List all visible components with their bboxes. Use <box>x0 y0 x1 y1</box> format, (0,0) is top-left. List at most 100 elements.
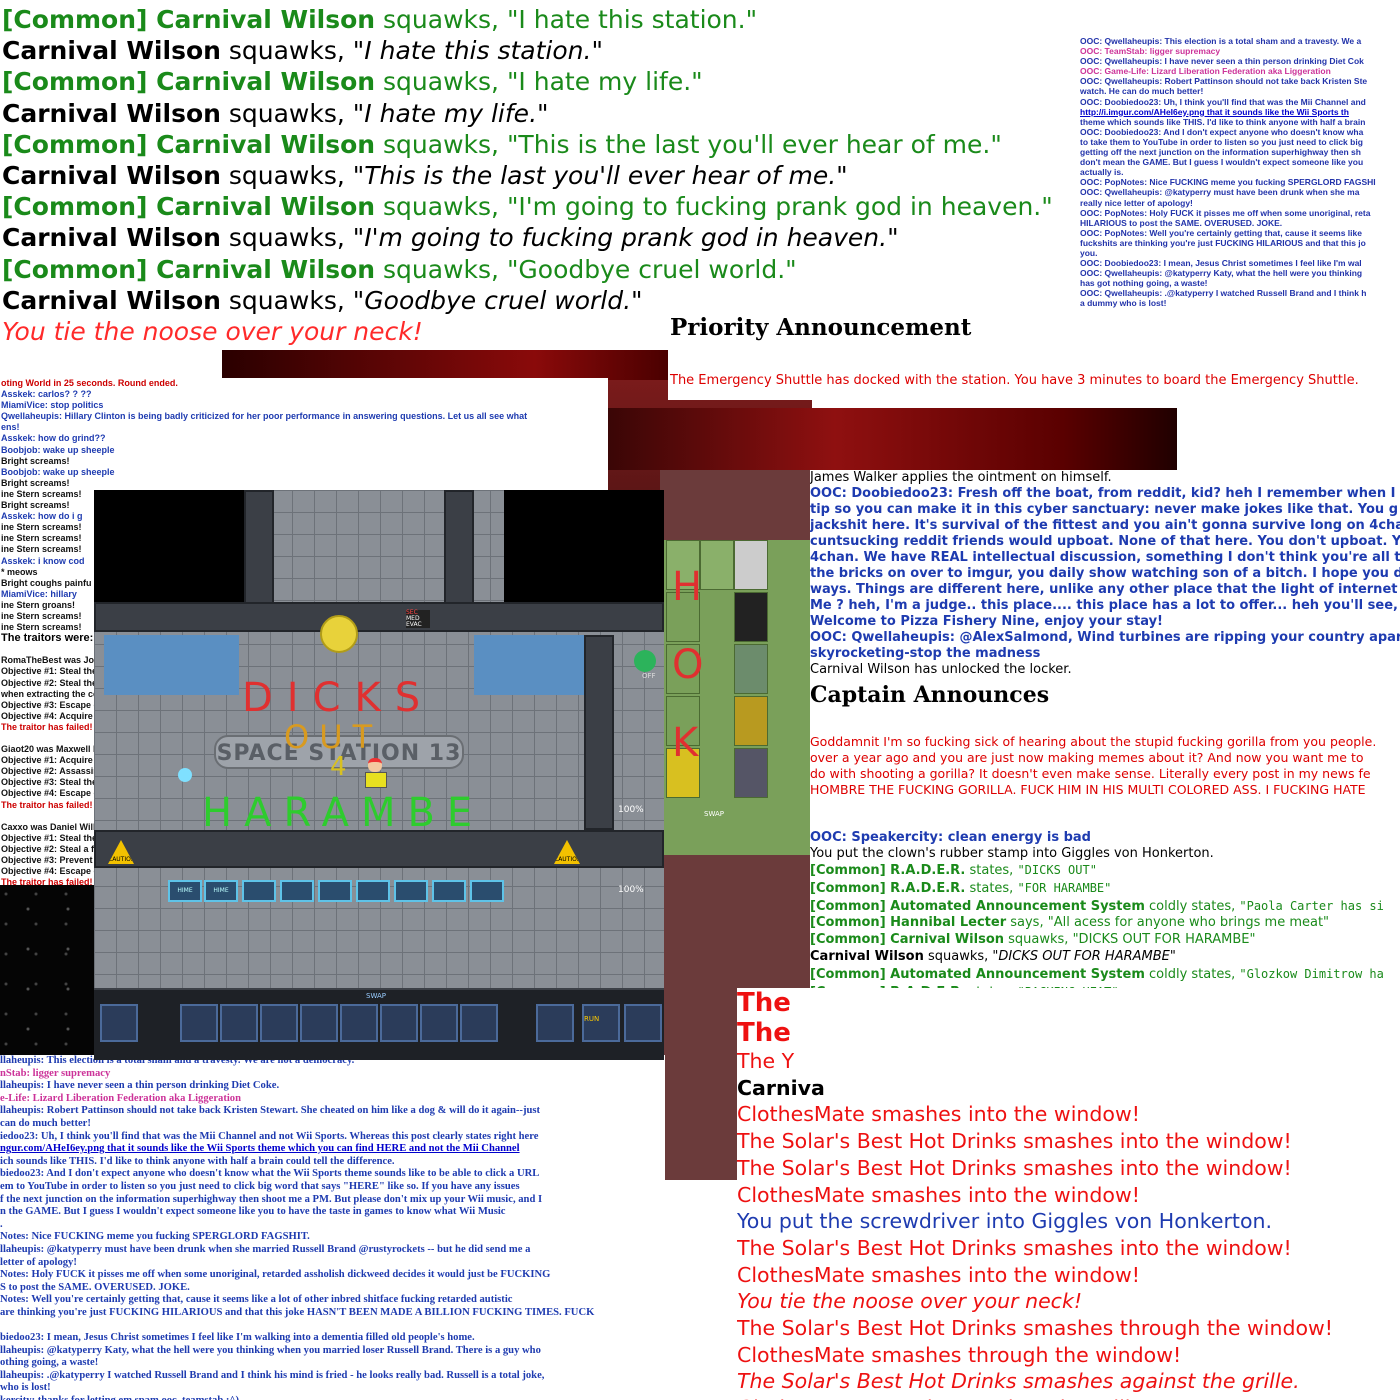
ooc-message: llaheupis: @katyperry must have been dru… <box>0 1243 531 1255</box>
speech-message: "I hate my life." <box>352 98 549 128</box>
speech-message: "This is the last you'll ever hear of me… <box>352 161 848 191</box>
station-emblem <box>320 615 358 653</box>
hud-slot-belt[interactable] <box>260 1004 298 1042</box>
radio-channel-tag: [Common] <box>2 129 157 159</box>
speech-verb: says, <box>1006 915 1048 931</box>
space-viewport <box>0 885 100 1065</box>
grid-cell <box>700 540 734 590</box>
computer-console[interactable] <box>280 880 314 902</box>
ooc-message: ngur.com/AHeI6ey.png that it sounds like… <box>0 1143 520 1155</box>
hud-target-zone[interactable] <box>624 1004 662 1042</box>
chat-line: ClothesMate smashes against the grille. <box>737 1395 1400 1400</box>
swap-label[interactable]: SWAP <box>704 810 724 818</box>
ooc-message: you. <box>1080 247 1098 258</box>
status-gear-icon[interactable] <box>634 650 656 672</box>
speech-message: "I'm going to fucking prank god in heave… <box>352 223 899 253</box>
door-sign: SEC MED EVAC <box>406 610 430 628</box>
hud-slot-suit[interactable] <box>180 1004 218 1042</box>
clothing-item-icon[interactable] <box>734 540 768 590</box>
clown-locker-panel[interactable]: HOK SWAP <box>664 540 810 855</box>
hud-move-intent[interactable]: RUN <box>582 1004 620 1042</box>
ooc-message: S to post the SAME. OVERUSED. JOKE. <box>0 1281 190 1293</box>
hud-slot-pocket[interactable] <box>420 1004 458 1042</box>
speech-verb: squawks, <box>375 254 507 284</box>
chat-line: The Solar's Best Hot Drinks smashes into… <box>737 1235 1292 1260</box>
computer-console[interactable] <box>318 880 352 902</box>
speaker-name: Carnival Wilson <box>2 285 221 315</box>
hud-slot-backpack[interactable] <box>100 1004 138 1042</box>
hud-slot-id[interactable] <box>220 1004 258 1042</box>
drill-icon[interactable] <box>734 748 768 798</box>
ooc-message: the bricks on over to imgur, you daily s… <box>810 566 1400 581</box>
chat-log-large: [Common] Carnival Wilson squawks, "I hat… <box>0 0 1075 350</box>
speech-message: "DICKS OUT FOR HARAMBE" <box>992 948 1176 964</box>
hud-slot-pocket[interactable] <box>460 1004 498 1042</box>
speaker-name: Carnival Wilson <box>2 36 221 66</box>
computer-console[interactable]: HIME <box>168 880 202 902</box>
ooc-message: OOC: Doobiedoo23: Uh, I think you'll fin… <box>1080 96 1366 107</box>
game-viewport[interactable]: SEC MED EVAC SPACE STATION 13 DICKS OUT … <box>94 490 664 1060</box>
ooc-message: watch. He can do much better! <box>1080 86 1204 97</box>
stamina-percent: 100% <box>618 885 644 895</box>
ooc-message: OOC: Qwellaheupis: Robert Pattinson shou… <box>1080 76 1368 87</box>
chat-log-bottom-right: The The The Y Carniva ClothesMate smashes in… <box>737 988 1400 1400</box>
computer-console[interactable] <box>470 880 504 902</box>
speech-message: "I'm going to fucking prank god in heave… <box>506 192 1053 222</box>
blue-carpet <box>104 635 239 695</box>
computer-console[interactable] <box>242 880 276 902</box>
chat-line: Bright screams! <box>1 477 70 488</box>
ooc-message: n the GAME. But I guess I wouldn't expec… <box>0 1206 506 1218</box>
ooc-message: a dummy who is lost! <box>1080 298 1167 309</box>
chat-line: The <box>737 1018 791 1048</box>
swap-label[interactable]: SWAP <box>366 992 386 1000</box>
speech-message: "Paola Carter has si <box>1239 898 1384 913</box>
computer-console[interactable] <box>432 880 466 902</box>
chat-line: ClothesMate smashes into the window! <box>737 1102 1140 1127</box>
computer-console[interactable] <box>356 880 390 902</box>
hud-slot-right-hand[interactable] <box>380 1004 418 1042</box>
space-void <box>504 490 664 605</box>
ooc-message: kercity: thanks for letting em spam ooc,… <box>0 1395 665 1400</box>
ooc-message: don't mean the GAME. But I guess I would… <box>1080 157 1364 168</box>
speaker-name: Carnival Wilson <box>156 192 376 222</box>
hud-slot-left-hand[interactable] <box>340 1004 378 1042</box>
chat-line: Carnival Wilson squawks, "I hate this st… <box>2 35 1075 66</box>
ooc-message: f the next junction on the information s… <box>0 1193 543 1205</box>
wall-segment <box>584 635 614 830</box>
chat-line: ClothesMate smashes into the window! <box>737 1262 1140 1287</box>
radio-channel-tag: [Common] <box>810 898 891 914</box>
chat-line: James Walker applies the ointment on him… <box>810 470 1112 485</box>
speech-verb: squawks, <box>375 67 507 97</box>
health-percent: 100% <box>618 805 644 815</box>
chat-line: Asskek: carlos? ? ?? <box>1 389 92 400</box>
computer-console[interactable]: HIME <box>204 880 238 902</box>
speaker-name: Carnival Wilson <box>2 161 221 191</box>
speech-message: "All acess for anyone who brings me meat… <box>1047 915 1330 931</box>
chat-line: The Solar's Best Hot Drinks smashes into… <box>737 1155 1292 1180</box>
hud-slot-mask[interactable] <box>300 1004 338 1042</box>
radio-line: [Common] R.A.D.E.R. states, "FOR HARAMBE… <box>810 880 1400 898</box>
circuit-icon[interactable] <box>734 592 768 642</box>
captain-announcement-line: over a year ago and you are just now mak… <box>810 750 1364 765</box>
radio-line: [Common] Automated Announcement System c… <box>810 898 1400 916</box>
radio-channel-tag: [Common] <box>2 67 157 97</box>
ooc-message: llaheupis: @katyperry Katy, what the hel… <box>0 1344 541 1356</box>
radio-line: Carnival Wilson squawks, "DICKS OUT FOR … <box>810 949 1400 966</box>
chat-line: You put the clown's rubber stamp into Gi… <box>810 846 1214 861</box>
radio-channel-tag: [Common] <box>810 863 891 878</box>
speech-verb: squawks, <box>220 223 353 253</box>
ooc-message: jackshit here. It's survival of the fitt… <box>810 518 1400 533</box>
speech-message: "DICKS OUT" <box>1017 863 1097 877</box>
speech-message: "Goodbye cruel world." <box>352 285 643 315</box>
chat-line: Boobjob: wake up sheeple <box>1 444 115 455</box>
clown-player-sprite[interactable] <box>364 758 387 788</box>
hud-intent-selector[interactable] <box>536 1004 574 1042</box>
tool-icon[interactable] <box>734 644 768 694</box>
computer-console[interactable] <box>394 880 428 902</box>
ooc-message: OOC: PopNotes: Well you're certainly get… <box>1080 227 1362 238</box>
gold-statue-icon[interactable] <box>734 696 768 746</box>
ooc-message: theme which sounds like THIS. I'd like t… <box>1080 116 1366 127</box>
ooc-message: biedoo23: I mean, Jesus Christ sometimes… <box>0 1332 475 1344</box>
speech-verb: squawks, <box>923 948 993 964</box>
chat-line: The Solar's Best Hot Drinks smashes thro… <box>737 1316 1334 1341</box>
